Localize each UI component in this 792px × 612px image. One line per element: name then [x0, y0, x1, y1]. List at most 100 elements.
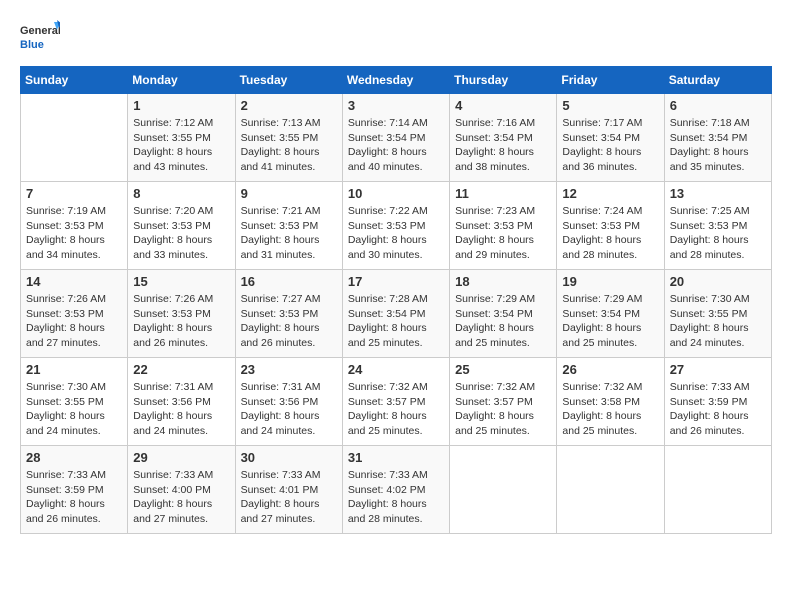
day-info: Sunrise: 7:28 AMSunset: 3:54 PMDaylight:…: [348, 292, 444, 351]
day-number: 5: [562, 98, 658, 113]
day-number: 30: [241, 450, 337, 465]
calendar-cell: 31 Sunrise: 7:33 AMSunset: 4:02 PMDayligh…: [342, 446, 449, 534]
calendar-cell: 5 Sunrise: 7:17 AMSunset: 3:54 PMDaylight…: [557, 94, 664, 182]
calendar-week-1: 1 Sunrise: 7:12 AMSunset: 3:55 PMDaylight…: [21, 94, 772, 182]
day-info: Sunrise: 7:16 AMSunset: 3:54 PMDaylight:…: [455, 116, 551, 175]
day-number: 31: [348, 450, 444, 465]
day-info: Sunrise: 7:31 AMSunset: 3:56 PMDaylight:…: [133, 380, 229, 439]
calendar-cell: 29Sunrise: 7:33 AMSunset: 4:00 PMDayligh…: [128, 446, 235, 534]
calendar-cell: 14 Sunrise: 7:26 AMSunset: 3:53 PMDayligh…: [21, 270, 128, 358]
day-info: Sunrise: 7:19 AMSunset: 3:53 PMDaylight:…: [26, 204, 122, 263]
calendar-header: SundayMondayTuesdayWednesdayThursdayFrid…: [21, 67, 772, 94]
calendar-cell: 27 Sunrise: 7:33 AMSunset: 3:59 PMDayligh…: [664, 358, 771, 446]
calendar-cell: [450, 446, 557, 534]
day-number: 20: [670, 274, 766, 289]
calendar-cell: 19 Sunrise: 7:29 AMSunset: 3:54 PMDayligh…: [557, 270, 664, 358]
calendar-week-3: 14 Sunrise: 7:26 AMSunset: 3:53 PMDayligh…: [21, 270, 772, 358]
header-cell-thursday: Thursday: [450, 67, 557, 94]
calendar-cell: 20 Sunrise: 7:30 AMSunset: 3:55 PMDayligh…: [664, 270, 771, 358]
day-number: 29: [133, 450, 229, 465]
calendar-cell: 12 Sunrise: 7:24 AMSunset: 3:53 PMDayligh…: [557, 182, 664, 270]
header-cell-monday: Monday: [128, 67, 235, 94]
day-info: Sunrise: 7:27 AMSunset: 3:53 PMDaylight:…: [241, 292, 337, 351]
header-cell-wednesday: Wednesday: [342, 67, 449, 94]
day-number: 16: [241, 274, 337, 289]
calendar-week-5: 28Sunrise: 7:33 AMSunset: 3:59 PMDayligh…: [21, 446, 772, 534]
day-info: Sunrise: 7:32 AMSunset: 3:58 PMDaylight:…: [562, 380, 658, 439]
day-info: Sunrise: 7:17 AMSunset: 3:54 PMDaylight:…: [562, 116, 658, 175]
day-number: 22: [133, 362, 229, 377]
calendar-cell: [557, 446, 664, 534]
day-number: 9: [241, 186, 337, 201]
day-number: 1: [133, 98, 229, 113]
day-info: Sunrise: 7:33 AMSunset: 4:02 PMDaylight:…: [348, 468, 444, 527]
day-info: Sunrise: 7:24 AMSunset: 3:53 PMDaylight:…: [562, 204, 658, 263]
calendar-cell: 7 Sunrise: 7:19 AMSunset: 3:53 PMDaylight…: [21, 182, 128, 270]
calendar-cell: 8 Sunrise: 7:20 AMSunset: 3:53 PMDaylight…: [128, 182, 235, 270]
header-cell-tuesday: Tuesday: [235, 67, 342, 94]
day-number: 8: [133, 186, 229, 201]
calendar-cell: 28Sunrise: 7:33 AMSunset: 3:59 PMDayligh…: [21, 446, 128, 534]
day-info: Sunrise: 7:12 AMSunset: 3:55 PMDaylight:…: [133, 116, 229, 175]
day-info: Sunrise: 7:33 AMSunset: 3:59 PMDaylight:…: [670, 380, 766, 439]
calendar-cell: 16 Sunrise: 7:27 AMSunset: 3:53 PMDayligh…: [235, 270, 342, 358]
day-info: Sunrise: 7:20 AMSunset: 3:53 PMDaylight:…: [133, 204, 229, 263]
calendar-body: 1 Sunrise: 7:12 AMSunset: 3:55 PMDaylight…: [21, 94, 772, 534]
calendar-cell: 15 Sunrise: 7:26 AMSunset: 3:53 PMDayligh…: [128, 270, 235, 358]
header-cell-saturday: Saturday: [664, 67, 771, 94]
header-row: SundayMondayTuesdayWednesdayThursdayFrid…: [21, 67, 772, 94]
day-info: Sunrise: 7:29 AMSunset: 3:54 PMDaylight:…: [562, 292, 658, 351]
day-number: 7: [26, 186, 122, 201]
day-info: Sunrise: 7:22 AMSunset: 3:53 PMDaylight:…: [348, 204, 444, 263]
day-number: 12: [562, 186, 658, 201]
header-cell-sunday: Sunday: [21, 67, 128, 94]
day-number: 26: [562, 362, 658, 377]
calendar-cell: 25 Sunrise: 7:32 AMSunset: 3:57 PMDayligh…: [450, 358, 557, 446]
logo: General Blue: [20, 20, 60, 56]
day-info: Sunrise: 7:18 AMSunset: 3:54 PMDaylight:…: [670, 116, 766, 175]
calendar-cell: 2 Sunrise: 7:13 AMSunset: 3:55 PMDaylight…: [235, 94, 342, 182]
day-number: 27: [670, 362, 766, 377]
day-info: Sunrise: 7:13 AMSunset: 3:55 PMDaylight:…: [241, 116, 337, 175]
day-info: Sunrise: 7:26 AMSunset: 3:53 PMDaylight:…: [26, 292, 122, 351]
svg-text:Blue: Blue: [20, 39, 44, 51]
day-number: 25: [455, 362, 551, 377]
day-number: 6: [670, 98, 766, 113]
day-number: 2: [241, 98, 337, 113]
calendar-cell: 17 Sunrise: 7:28 AMSunset: 3:54 PMDayligh…: [342, 270, 449, 358]
calendar-cell: 10 Sunrise: 7:22 AMSunset: 3:53 PMDayligh…: [342, 182, 449, 270]
day-info: Sunrise: 7:29 AMSunset: 3:54 PMDaylight:…: [455, 292, 551, 351]
day-info: Sunrise: 7:32 AMSunset: 3:57 PMDaylight:…: [348, 380, 444, 439]
calendar-cell: 1 Sunrise: 7:12 AMSunset: 3:55 PMDaylight…: [128, 94, 235, 182]
day-number: 14: [26, 274, 122, 289]
calendar-cell: 23Sunrise: 7:31 AMSunset: 3:56 PMDayligh…: [235, 358, 342, 446]
day-number: 3: [348, 98, 444, 113]
day-info: Sunrise: 7:26 AMSunset: 3:53 PMDaylight:…: [133, 292, 229, 351]
day-number: 4: [455, 98, 551, 113]
calendar-cell: 26 Sunrise: 7:32 AMSunset: 3:58 PMDayligh…: [557, 358, 664, 446]
day-info: Sunrise: 7:32 AMSunset: 3:57 PMDaylight:…: [455, 380, 551, 439]
day-number: 28: [26, 450, 122, 465]
day-number: 23: [241, 362, 337, 377]
day-info: Sunrise: 7:21 AMSunset: 3:53 PMDaylight:…: [241, 204, 337, 263]
day-info: Sunrise: 7:33 AMSunset: 4:01 PMDaylight:…: [241, 468, 337, 527]
day-number: 18: [455, 274, 551, 289]
day-info: Sunrise: 7:25 AMSunset: 3:53 PMDaylight:…: [670, 204, 766, 263]
calendar-cell: [21, 94, 128, 182]
svg-text:General: General: [20, 25, 60, 37]
day-number: 24: [348, 362, 444, 377]
calendar-cell: 4 Sunrise: 7:16 AMSunset: 3:54 PMDaylight…: [450, 94, 557, 182]
calendar-cell: 6 Sunrise: 7:18 AMSunset: 3:54 PMDaylight…: [664, 94, 771, 182]
day-number: 19: [562, 274, 658, 289]
calendar-week-4: 21Sunrise: 7:30 AMSunset: 3:55 PMDayligh…: [21, 358, 772, 446]
calendar-cell: 21Sunrise: 7:30 AMSunset: 3:55 PMDayligh…: [21, 358, 128, 446]
day-number: 11: [455, 186, 551, 201]
calendar-cell: [664, 446, 771, 534]
day-info: Sunrise: 7:30 AMSunset: 3:55 PMDaylight:…: [670, 292, 766, 351]
day-number: 15: [133, 274, 229, 289]
day-number: 17: [348, 274, 444, 289]
day-number: 21: [26, 362, 122, 377]
day-number: 10: [348, 186, 444, 201]
calendar-table: SundayMondayTuesdayWednesdayThursdayFrid…: [20, 66, 772, 534]
day-info: Sunrise: 7:23 AMSunset: 3:53 PMDaylight:…: [455, 204, 551, 263]
